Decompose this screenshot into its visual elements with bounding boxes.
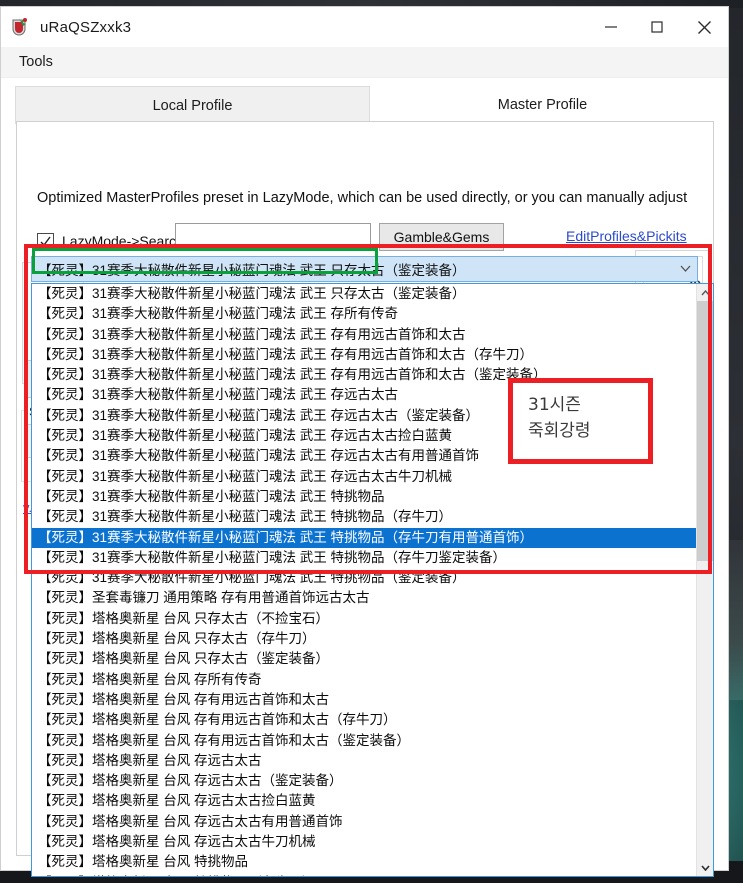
- search-input[interactable]: [175, 223, 371, 251]
- lazymode-label: LazyMode->Search: [62, 233, 184, 249]
- dropdown-scrollbar-thumb[interactable]: [697, 301, 713, 561]
- dropdown-item[interactable]: 【死灵】31赛季大秘散件新星小秘蓝门魂法 武王 存远古太古（鉴定装备）: [32, 406, 698, 426]
- dropdown-items-container: 【死灵】31赛季大秘散件新星小秘蓝门魂法 武王 只存太古（鉴定装备） 【死灵】31…: [32, 284, 698, 876]
- dropdown-item[interactable]: 【死灵】31赛季大秘散件新星小秘蓝门魂法 武王 存远古太古捡白蓝黄: [32, 426, 698, 446]
- dropdown-item[interactable]: 【死灵】塔格奥新星 台风 存远古太古牛刀机械: [32, 832, 698, 852]
- scroll-down-icon[interactable]: [697, 859, 713, 876]
- dropdown-item[interactable]: 【死灵】塔格奥新星 台风 只存太古（鉴定装备）: [32, 649, 698, 669]
- dropdown-item[interactable]: 【死灵】塔格奥新星 台风 只存太古（不捡宝石）: [32, 609, 698, 629]
- dropdown-item[interactable]: 【死灵】塔格奥新星 台风 存有用远古首饰和太古: [32, 690, 698, 710]
- chevron-down-icon[interactable]: [673, 265, 697, 273]
- dropdown-item[interactable]: 【死灵】塔格奥新星 台风 存有用远古首饰和太古（鉴定装备）: [32, 731, 698, 751]
- dropdown-item[interactable]: 【死灵】塔格奥新星 台风 存所有传奇: [32, 670, 698, 690]
- scroll-up-icon[interactable]: [697, 284, 713, 301]
- gamble-and-gems-button[interactable]: Gamble&Gems: [379, 223, 504, 251]
- profile-dropdown-list[interactable]: 【死灵】31赛季大秘散件新星小秘蓝门魂法 武王 只存太古（鉴定装备） 【死灵】31…: [31, 283, 714, 877]
- dropdown-item[interactable]: 【死灵】31赛季大秘散件新星小秘蓝门魂法 武王 存远古太古牛刀机械: [32, 467, 698, 487]
- maximize-icon[interactable]: [634, 7, 680, 47]
- dropdown-item[interactable]: 【死灵】31赛季大秘散件新星小秘蓝门魂法 武王 特挑物品（存牛刀）: [32, 507, 698, 527]
- dropdown-item[interactable]: 【死灵】塔格奥新星 台风 存远古太古: [32, 751, 698, 771]
- dropdown-item[interactable]: 【死灵】31赛季大秘散件新星小秘蓝门魂法 武王 特挑物品: [32, 487, 698, 507]
- dropdown-item[interactable]: 【死灵】塔格奥新星 台风 存远古太古有用普通首饰: [32, 812, 698, 832]
- lazymode-row: LazyMode->Search: [37, 228, 184, 254]
- dropdown-item[interactable]: 【死灵】31赛季大秘散件新星小秘蓝门魂法 武王 特挑物品（存牛刀鉴定装备）: [32, 548, 698, 568]
- menu-item-tools[interactable]: Tools: [15, 52, 57, 72]
- dropdown-item[interactable]: 【死灵】塔格奥新星 台风 存远古太古捡白蓝黄: [32, 791, 698, 811]
- dropdown-item[interactable]: 【死灵】31赛季大秘散件新星小秘蓝门魂法 武王 特挑物品（存牛刀有用普通首饰）: [32, 527, 698, 548]
- dropdown-item[interactable]: 【死灵】圣套毒镰刀 通用策略 存有用普通首饰远古太古: [32, 588, 698, 608]
- dropdown-item[interactable]: 【死灵】31赛季大秘散件新星小秘蓝门魂法 武王 存远古太古有用普通首饰: [32, 446, 698, 466]
- dropdown-item[interactable]: 【死灵】31赛季大秘散件新星小秘蓝门魂法 武王 存有用远古首饰和太古: [32, 325, 698, 345]
- lazymode-checkbox[interactable]: [37, 232, 54, 250]
- minimize-icon[interactable]: [588, 7, 634, 47]
- dropdown-item[interactable]: 【死灵】31赛季大秘散件新星小秘蓝门魂法 武王 存远古太古: [32, 385, 698, 405]
- dropdown-item[interactable]: 【死灵】31赛季大秘散件新星小秘蓝门魂法 武王 存所有传奇: [32, 304, 698, 324]
- dropdown-item[interactable]: 【死灵】塔格奥新星 台风 特挑物品: [32, 852, 698, 872]
- dropdown-item[interactable]: 【死灵】31赛季大秘散件新星小秘蓝门魂法 武王 特挑物品（鉴定装备）: [32, 568, 698, 588]
- dropdown-item[interactable]: 【死灵】塔格奥新星 台风 存有用远古首饰和太古（存牛刀）: [32, 710, 698, 730]
- tab-master-profile[interactable]: Master Profile: [370, 86, 715, 124]
- application-window: uRaQSZxxk3 Tools Local Profile Master Pr…: [0, 6, 729, 877]
- dropdown-scrollbar[interactable]: [696, 284, 713, 876]
- edit-profiles-pickits-link[interactable]: EditProfiles&Pickits: [566, 228, 687, 244]
- description-text: Optimized MasterProfiles preset in LazyM…: [37, 190, 688, 206]
- close-icon[interactable]: [680, 7, 728, 47]
- dropdown-item[interactable]: 【死灵】塔格奥新星 台风 存远古太古（鉴定装备）: [32, 771, 698, 791]
- app-shield-icon: [10, 16, 32, 38]
- menu-bar: Tools: [1, 47, 728, 78]
- dropdown-item[interactable]: 【死灵】31赛季大秘散件新星小秘蓝门魂法 武王 存有用远古首饰和太古（鉴定装备）: [32, 365, 698, 385]
- title-bar: uRaQSZxxk3: [1, 7, 728, 47]
- window-controls: [588, 7, 728, 47]
- tab-strip: Local Profile Master Profile: [1, 78, 728, 124]
- dropdown-item[interactable]: 【死灵】塔格奥新星 台风 特挑物品（存牛刀）: [32, 873, 698, 876]
- profile-combobox[interactable]: 【死灵】31赛季大秘散件新星小秘蓝门魂法 武王 只存太古（鉴定装备）: [31, 256, 698, 282]
- dropdown-item[interactable]: 【死灵】31赛季大秘散件新星小秘蓝门魂法 武王 存有用远古首饰和太古（存牛刀）: [32, 345, 698, 365]
- dropdown-item[interactable]: 【死灵】31赛季大秘散件新星小秘蓝门魂法 武王 只存太古（鉴定装备）: [32, 284, 698, 304]
- window-title: uRaQSZxxk3: [40, 18, 132, 36]
- dropdown-item[interactable]: 【死灵】塔格奥新星 台风 只存太古（存牛刀）: [32, 629, 698, 649]
- profile-combobox-value: 【死灵】31赛季大秘散件新星小秘蓝门魂法 武王 只存太古（鉴定装备）: [38, 263, 466, 278]
- tab-local-profile[interactable]: Local Profile: [15, 86, 370, 124]
